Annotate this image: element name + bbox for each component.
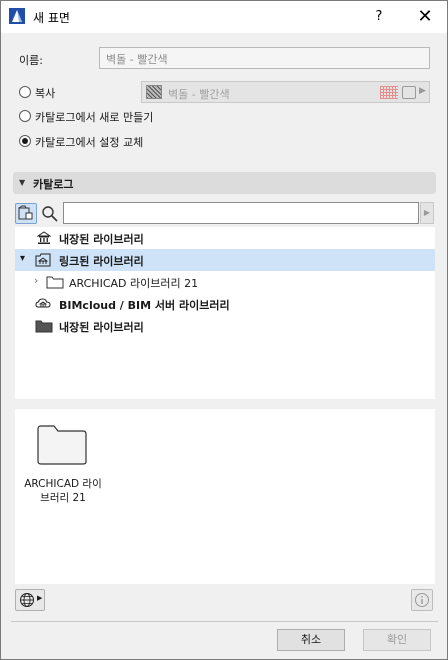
surface-pattern-icon bbox=[380, 86, 398, 99]
library-icon bbox=[37, 231, 51, 244]
tree-item-label: 내장된 라이브러리 bbox=[59, 321, 144, 334]
tree-item-embedded-library[interactable]: 내장된 라이브러리 bbox=[15, 227, 435, 249]
triangle-down-icon: ▼ bbox=[19, 178, 26, 187]
tree-item-label: BIMcloud / BIM 서버 라이브러리 bbox=[59, 299, 230, 312]
search-go-button[interactable]: ▶ bbox=[420, 202, 434, 224]
title-bar: 새 표면 ? ✕ bbox=[1, 1, 447, 33]
copy-source-select[interactable]: 벽돌 - 빨간색 ▶ bbox=[141, 81, 430, 103]
tree-item-label: 내장된 라이브러리 bbox=[59, 233, 144, 246]
window-title: 새 표면 bbox=[33, 11, 70, 25]
tree-item-label: ARCHICAD 라이브러리 21 bbox=[69, 277, 199, 290]
folder-filled-icon bbox=[35, 320, 53, 333]
option-replace-from-catalog[interactable]: 카탈로그에서 설정 교체 bbox=[19, 134, 219, 150]
library-folder-icon bbox=[18, 205, 33, 220]
radio-replace-from-catalog[interactable] bbox=[19, 135, 31, 147]
cancel-button[interactable]: 취소 bbox=[277, 629, 345, 651]
new-surface-dialog: 새 표면 ? ✕ 이름: 벽돌 - 빨간색 복사 카탈로그에서 새로 만들기 카… bbox=[0, 0, 448, 660]
close-button[interactable]: ✕ bbox=[403, 1, 447, 33]
search-input[interactable] bbox=[63, 202, 419, 224]
globe-icon bbox=[20, 593, 34, 607]
chevron-right-icon: › bbox=[34, 274, 39, 287]
tree-item-linked-library[interactable]: ▾ 링크된 라이브러리 bbox=[15, 249, 435, 271]
copy-source-value: 벽돌 - 빨간색 bbox=[168, 88, 230, 101]
chevron-right-icon: ▶ bbox=[37, 594, 43, 602]
tree-item-label: 링크된 라이브러리 bbox=[59, 255, 144, 268]
radio-new-from-catalog[interactable] bbox=[19, 110, 31, 122]
chevron-right-icon: ▶ bbox=[419, 86, 426, 96]
chevron-down-icon: ▾ bbox=[20, 253, 26, 264]
info-icon bbox=[415, 593, 429, 607]
help-button[interactable]: ? bbox=[357, 1, 401, 33]
option-copy-label: 복사 bbox=[35, 87, 56, 100]
tree-item-archicad-library[interactable]: › ARCHICAD 라이브러리 21 bbox=[15, 271, 435, 293]
bimcloud-library-icon bbox=[35, 298, 51, 308]
archicad-app-icon bbox=[9, 8, 25, 24]
catalog-section-header[interactable]: ▼ 카탈로그 bbox=[13, 172, 436, 194]
option-new-from-catalog-label: 카탈로그에서 새로 만들기 bbox=[35, 111, 154, 124]
tree-item-bimcloud-library[interactable]: BIMcloud / BIM 서버 라이브러리 bbox=[15, 293, 435, 315]
folder-icon bbox=[46, 276, 64, 289]
option-new-from-catalog[interactable]: 카탈로그에서 새로 만들기 bbox=[19, 109, 219, 125]
language-button[interactable]: ▶ bbox=[15, 589, 45, 611]
catalog-preview[interactable]: ARCHICAD 라이 브러리 21 bbox=[15, 409, 435, 584]
folder-icon bbox=[37, 425, 87, 465]
texture-image-icon bbox=[402, 86, 416, 99]
library-view-button[interactable] bbox=[15, 203, 37, 224]
info-button[interactable] bbox=[411, 589, 433, 611]
name-label: 이름: bbox=[19, 54, 43, 67]
linked-library-icon bbox=[35, 253, 51, 267]
tree-item-embedded-library-folder[interactable]: 내장된 라이브러리 bbox=[15, 315, 435, 337]
catalog-tree[interactable]: 내장된 라이브러리 ▾ 링크된 라이브러리 › ARCHICAD 라이브러리 2… bbox=[15, 227, 435, 399]
preview-item-label: ARCHICAD 라이 브러리 21 bbox=[15, 477, 111, 505]
surface-swatch-icon bbox=[146, 85, 162, 99]
preview-label-line-2: 브러리 21 bbox=[40, 492, 86, 504]
name-field[interactable]: 벽돌 - 빨간색 bbox=[99, 47, 430, 69]
ok-button[interactable]: 확인 bbox=[363, 629, 431, 651]
preview-item-archicad-library[interactable]: ARCHICAD 라이 브러리 21 bbox=[15, 409, 111, 509]
radio-copy[interactable] bbox=[19, 86, 31, 98]
option-replace-from-catalog-label: 카탈로그에서 설정 교체 bbox=[35, 136, 144, 149]
search-icon bbox=[42, 206, 58, 222]
catalog-title: 카탈로그 bbox=[33, 178, 74, 191]
footer-divider bbox=[11, 621, 438, 622]
preview-label-line-1: ARCHICAD 라이 bbox=[24, 478, 102, 490]
option-copy[interactable]: 복사 bbox=[19, 85, 139, 101]
